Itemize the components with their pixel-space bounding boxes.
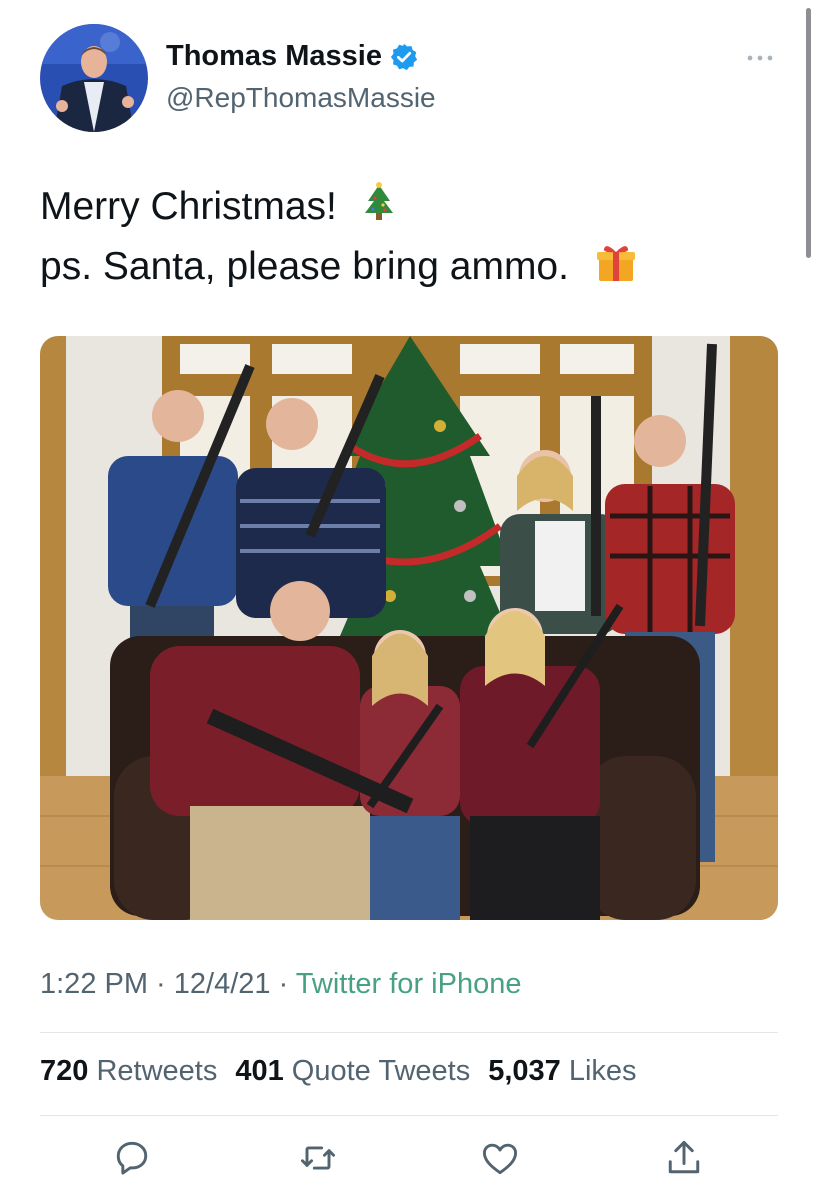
like-icon[interactable]: [478, 1136, 522, 1180]
tweet-text-line2: ps. Santa, please bring ammo.: [40, 245, 569, 288]
verified-badge-icon: [389, 42, 419, 72]
christmas-tree-icon: [362, 181, 396, 240]
retweets-stat[interactable]: 720 Retweets: [40, 1055, 217, 1087]
divider: [40, 1032, 778, 1033]
likes-label: Likes: [568, 1055, 637, 1087]
author-name[interactable]: Thomas Massie: [166, 40, 382, 73]
scrollbar[interactable]: [806, 8, 811, 258]
likes-stat[interactable]: 5,037 Likes: [488, 1055, 636, 1087]
reply-icon[interactable]: [110, 1136, 154, 1180]
retweets-count: 720: [40, 1055, 89, 1087]
tweet-source-link[interactable]: Twitter for iPhone: [296, 968, 522, 1000]
meta-separator: ·: [148, 968, 174, 1000]
author-avatar[interactable]: [40, 24, 148, 132]
tweet-date: 12/4/21: [173, 968, 271, 1000]
likes-count: 5,037: [488, 1055, 561, 1087]
author-handle[interactable]: @RepThomasMassie: [166, 82, 436, 114]
meta-separator: ·: [270, 968, 296, 1000]
tweet-stats: 720 Retweets 401 Quote Tweets 5,037 Likes: [40, 1055, 637, 1088]
quotes-stat[interactable]: 401 Quote Tweets: [235, 1055, 470, 1087]
retweets-label: Retweets: [96, 1055, 218, 1087]
retweet-icon[interactable]: [296, 1136, 340, 1180]
quotes-count: 401: [235, 1055, 284, 1087]
share-icon[interactable]: [662, 1136, 706, 1180]
more-options-icon[interactable]: [742, 48, 778, 68]
tweet-line-2: ps. Santa, please bring ammo.: [40, 240, 638, 300]
tweet-time: 1:22 PM: [40, 968, 148, 1000]
divider: [40, 1115, 778, 1116]
tweet-meta: 1:22 PM · 12/4/21 · Twitter for iPhone: [40, 968, 521, 1001]
tweet-text: Merry Christmas! ps. Santa, please bring…: [40, 180, 638, 300]
tweet-text-line1: Merry Christmas!: [40, 185, 337, 228]
tweet-photo[interactable]: [40, 336, 778, 920]
quotes-label: Quote Tweets: [291, 1055, 471, 1087]
wrapped-gift-icon: [594, 241, 638, 300]
tweet-line-1: Merry Christmas!: [40, 180, 638, 240]
